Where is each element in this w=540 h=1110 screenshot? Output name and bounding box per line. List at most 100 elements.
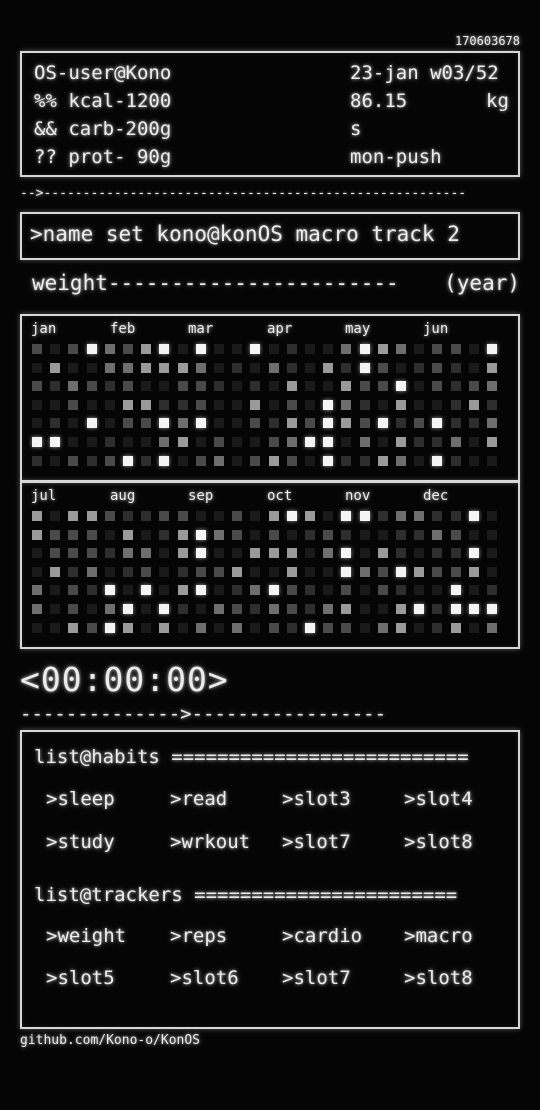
tracker-item-slot8[interactable]: >slot8	[404, 967, 473, 989]
day-cell	[195, 511, 206, 521]
day-cell	[86, 437, 97, 447]
day-cell	[159, 566, 170, 577]
day-cell	[341, 604, 352, 614]
tracker-item-reps[interactable]: >reps	[170, 925, 227, 947]
tracker-item-slot5[interactable]: >slot5	[46, 967, 115, 989]
day-cell	[286, 585, 297, 596]
day-cell	[123, 362, 133, 373]
day-cell	[396, 455, 406, 466]
day-cell	[377, 529, 388, 540]
day-cell	[250, 585, 261, 596]
day-cell	[214, 418, 224, 429]
day-cell	[177, 381, 188, 392]
day-cell	[141, 344, 152, 354]
day-cell	[250, 455, 261, 466]
habit-item-slot4[interactable]: >slot4	[404, 788, 473, 810]
day-cell	[141, 418, 152, 429]
day-cell	[159, 455, 170, 466]
day-cell	[268, 381, 279, 392]
day-cell	[141, 381, 152, 392]
day-cell	[32, 548, 42, 559]
day-cell	[68, 548, 79, 559]
day-cell	[450, 381, 461, 392]
command-box[interactable]: >name set kono@konOS macro track 2	[20, 212, 520, 260]
day-cell	[450, 548, 461, 559]
habit-item-slot7[interactable]: >slot7	[282, 831, 351, 853]
protein-goal: ?? prot- 90g	[34, 146, 172, 168]
day-cell	[50, 511, 61, 521]
day-cell	[86, 566, 97, 577]
day-cell	[123, 418, 133, 429]
day-cell	[286, 362, 297, 373]
habit-item-study[interactable]: >study	[46, 831, 115, 853]
day-cell	[268, 437, 279, 447]
day-cell	[268, 399, 279, 410]
day-cell	[305, 381, 315, 392]
day-cell	[123, 455, 133, 466]
day-cell	[232, 566, 243, 577]
habit-item-slot3[interactable]: >slot3	[282, 788, 351, 810]
day-cell	[323, 622, 334, 633]
day-cell	[377, 455, 388, 466]
day-cell	[232, 511, 243, 521]
tracker-item-weight[interactable]: >weight	[46, 925, 126, 947]
day-cell	[432, 622, 443, 633]
day-cell	[159, 548, 170, 559]
day-cell	[341, 511, 352, 521]
day-cell	[195, 418, 206, 429]
day-cell	[68, 585, 79, 596]
day-cell	[268, 455, 279, 466]
habit-item-sleep[interactable]: >sleep	[46, 788, 115, 810]
tracker-item-macro[interactable]: >macro	[404, 925, 473, 947]
day-cell	[377, 381, 388, 392]
day-cell	[450, 604, 461, 614]
day-cell	[323, 511, 334, 521]
day-cell	[104, 362, 115, 373]
tracker-item-slot6[interactable]: >slot6	[170, 967, 239, 989]
day-cell	[195, 437, 206, 447]
day-cell	[396, 381, 406, 392]
habit-item-wrkout[interactable]: >wrkout	[170, 831, 250, 853]
day-cell	[432, 566, 443, 577]
tracker-item-cardio[interactable]: >cardio	[282, 925, 362, 947]
day-cell	[123, 529, 133, 540]
routine-label: mon-push	[350, 146, 442, 168]
day-cell	[377, 399, 388, 410]
day-cell	[195, 585, 206, 596]
day-cell	[214, 604, 224, 614]
tracker-item-slot7[interactable]: >slot7	[282, 967, 351, 989]
day-cell	[86, 529, 97, 540]
day-cell	[232, 604, 243, 614]
day-cell	[305, 566, 315, 577]
command-text[interactable]: >name set kono@konOS macro track 2	[30, 222, 460, 246]
habit-item-slot8[interactable]: >slot8	[404, 831, 473, 853]
day-cell	[141, 548, 152, 559]
day-cell	[359, 604, 370, 614]
day-cell	[104, 566, 115, 577]
day-cell	[268, 604, 279, 614]
day-cell	[268, 585, 279, 596]
day-cell	[432, 455, 443, 466]
day-cell	[487, 511, 497, 521]
day-cell	[268, 362, 279, 373]
weight-value: 86.15	[350, 90, 408, 112]
habit-item-read[interactable]: >read	[170, 788, 227, 810]
day-cell	[32, 381, 42, 392]
day-cell	[177, 437, 188, 447]
day-cell	[414, 362, 425, 373]
day-cell	[450, 437, 461, 447]
day-cell	[341, 548, 352, 559]
day-cell	[68, 418, 79, 429]
day-cell	[414, 622, 425, 633]
day-cell	[377, 344, 388, 354]
day-cell	[250, 511, 261, 521]
day-cell	[141, 622, 152, 633]
day-cell	[450, 362, 461, 373]
day-cell	[468, 362, 479, 373]
day-cell	[450, 585, 461, 596]
day-cell	[432, 529, 443, 540]
repo-link[interactable]: github.com/Kono-o/KonOS	[20, 1033, 200, 1048]
month-label: oct	[267, 488, 293, 504]
day-cell	[305, 529, 315, 540]
day-cell	[195, 381, 206, 392]
